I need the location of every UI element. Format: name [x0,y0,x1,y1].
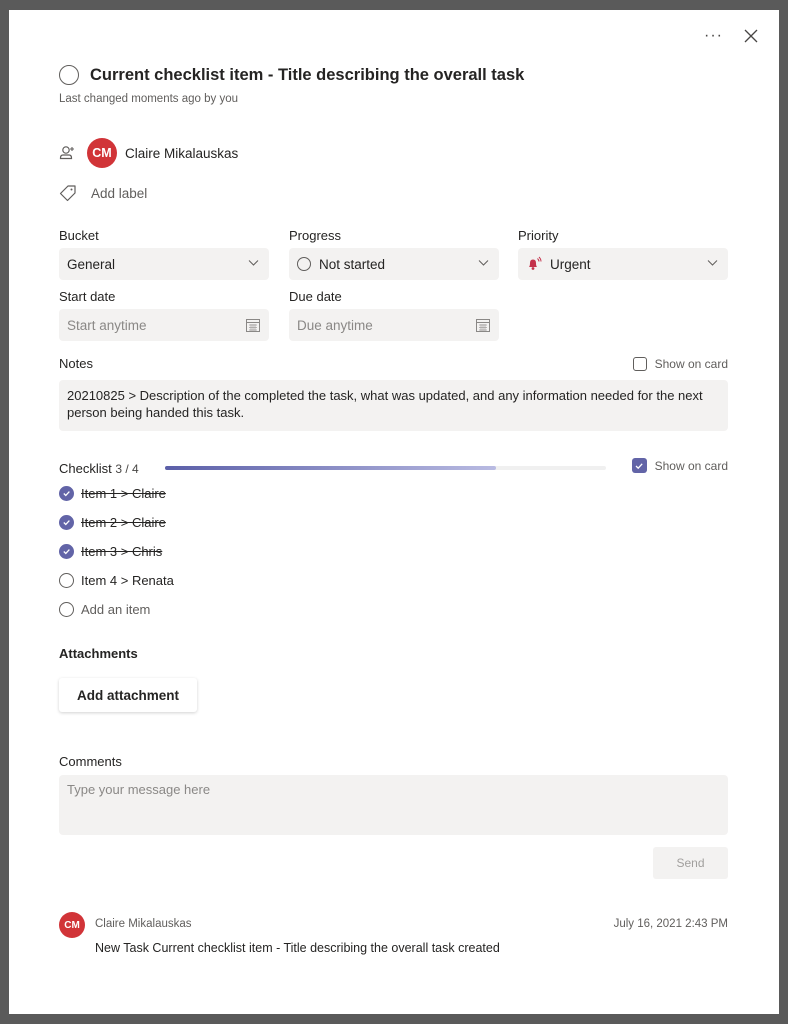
checklist-progress-bar [165,466,606,470]
checklist-item-text[interactable]: Item 2 > Claire [81,515,166,530]
bucket-label: Bucket [59,228,99,243]
add-checklist-item[interactable]: Add an item [59,602,150,617]
start-date-placeholder: Start anytime [67,317,147,333]
checklist-item: Item 1 > Claire [59,486,166,501]
progress-value: Not started [319,256,386,272]
add-label-text: Add label [91,185,148,201]
comment-input[interactable] [59,775,728,835]
comment-text: New Task Current checklist item - Title … [95,941,500,955]
tag-icon [59,185,76,202]
checklist-item-text[interactable]: Item 3 > Chris [81,544,162,559]
checklist-show-on-card-label: Show on card [654,458,728,473]
chevron-down-icon [478,260,489,266]
complete-task-toggle[interactable] [59,65,79,85]
checked-circle-icon[interactable] [59,544,74,559]
attachments-label: Attachments [59,646,138,661]
progress-label: Progress [289,228,342,243]
assign-person-icon[interactable] [59,144,77,162]
comment-avatar: CM [59,912,85,938]
due-date-placeholder: Due anytime [297,317,373,333]
checklist-item: Item 4 > Renata [59,573,174,588]
checklist-count: 3 / 4 [115,462,139,476]
priority-select[interactable]: Urgent [518,248,728,280]
comment-author: Claire Mikalauskas [95,918,192,930]
calendar-icon [476,319,490,332]
add-label-button[interactable]: Add label [59,184,147,202]
checkbox-checked-icon [631,458,647,473]
assignee-name[interactable]: Claire Mikalauskas [125,146,238,161]
start-date-label: Start date [59,289,116,304]
chevron-down-icon [248,260,259,266]
checklist-item: Item 3 > Chris [59,544,162,559]
bucket-value: General [67,256,116,272]
bucket-select[interactable]: General [59,248,269,280]
priority-value: Urgent [550,256,591,272]
chevron-down-icon [707,260,718,266]
progress-select[interactable]: Not started [289,248,499,280]
checkbox-unchecked-icon [632,357,647,371]
notes-label: Notes [59,356,93,371]
due-date-label: Due date [289,289,342,304]
add-item-text: Add an item [81,602,151,617]
checked-circle-icon[interactable] [59,486,74,501]
checked-circle-icon[interactable] [59,515,74,530]
add-attachment-button[interactable]: Add attachment [59,678,197,712]
urgent-bell-icon [529,256,542,270]
priority-label: Priority [518,228,559,243]
send-button[interactable]: Send [653,847,728,879]
comment-timestamp: July 16, 2021 2:43 PM [613,918,728,930]
checklist-show-on-card-checkbox[interactable]: Show on card [631,458,728,473]
task-title-row: Current checklist item - Title describin… [59,65,524,85]
task-details-dialog: ··· Current checklist item - Title descr… [9,10,779,1014]
unchecked-circle-icon[interactable] [59,573,74,588]
add-item-circle-icon [59,602,74,617]
checklist-progress-fill [165,466,496,470]
checklist-label: Checklist [59,461,112,476]
checklist-item-text[interactable]: Item 4 > Renata [81,573,174,588]
dialog-actions: ··· [704,27,759,45]
due-date-picker[interactable]: Due anytime [289,309,499,341]
notes-textarea[interactable]: 20210825 > Description of the completed … [59,380,728,431]
assignee-avatar[interactable]: CM [87,138,117,168]
not-started-icon [297,257,311,271]
last-changed-text: Last changed moments ago by you [59,93,239,105]
start-date-picker[interactable]: Start anytime [59,309,269,341]
notes-show-on-card-label: Show on card [654,357,728,371]
checklist-item: Item 2 > Claire [59,515,166,530]
more-options-button[interactable]: ··· [704,27,723,45]
checklist-item-text[interactable]: Item 1 > Claire [81,486,166,501]
checklist-header: Checklist 3 / 4 [59,461,139,476]
task-title[interactable]: Current checklist item - Title describin… [90,66,524,85]
comments-label: Comments [59,754,122,769]
calendar-icon [246,319,260,332]
notes-show-on-card-checkbox[interactable]: Show on card [632,357,728,371]
assignment-row: CM Claire Mikalauskas [59,138,238,168]
close-icon[interactable] [743,28,759,44]
